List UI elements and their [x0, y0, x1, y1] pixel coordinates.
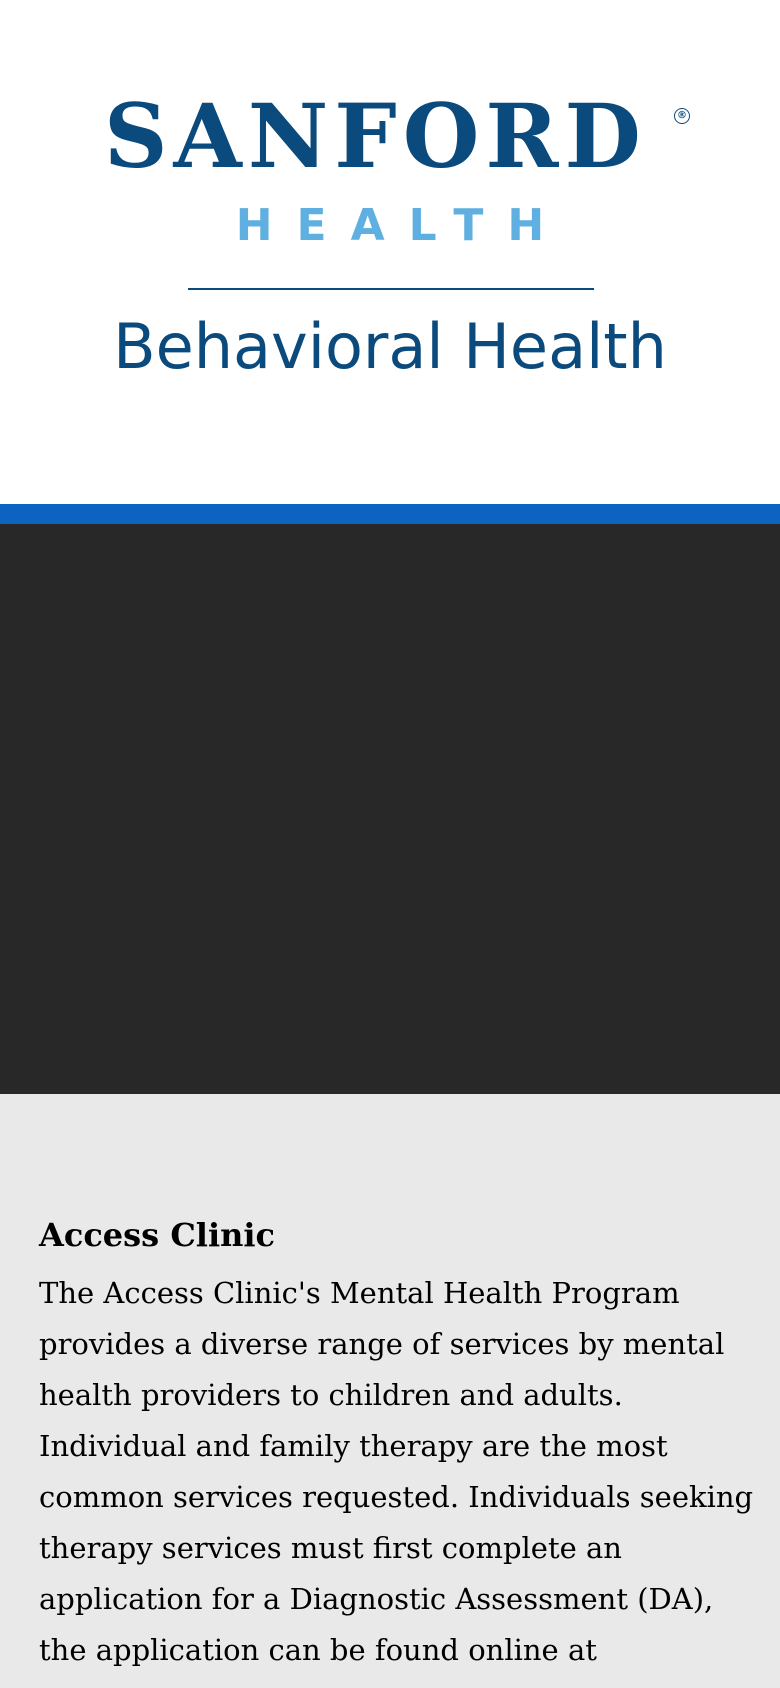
brand-name: SANFORD	[104, 84, 647, 188]
page: SANFORD ® HEALTH Behavioral Health Acces…	[0, 0, 780, 1688]
content-section: Access Clinic The Access Clinic's Mental…	[0, 1094, 780, 1688]
registered-mark: ®	[674, 108, 690, 124]
media-placeholder	[0, 524, 780, 1094]
accent-bar	[0, 504, 780, 524]
section-title: Access Clinic	[39, 1216, 276, 1254]
section-body: The Access Clinic's Mental Health Progra…	[39, 1276, 754, 1688]
header: SANFORD ® HEALTH Behavioral Health	[0, 0, 780, 504]
division-name: Behavioral Health	[113, 310, 667, 383]
logo-divider	[188, 288, 594, 290]
brand-subtitle: HEALTH	[235, 200, 569, 251]
